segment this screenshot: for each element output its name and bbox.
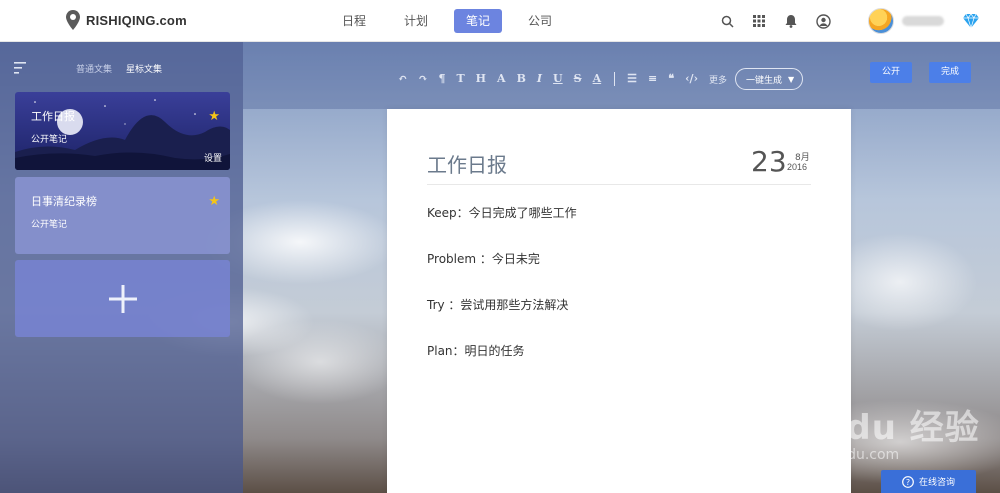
redo-icon[interactable]: ↷ <box>418 72 427 86</box>
watermark-sub-text: jingyan.baidu.com <box>770 447 900 463</box>
note-line-try[interactable]: Try ：尝试用那些方法解决 <box>427 296 568 313</box>
username-blurred[interactable] <box>902 16 944 26</box>
nav-tab-notes[interactable]: 笔记 <box>454 9 503 33</box>
note-title[interactable]: 工作日报 <box>427 149 507 178</box>
bullet-list-icon[interactable]: ≡ <box>648 72 657 86</box>
card-subtitle: 公开笔记 <box>31 135 68 145</box>
nav-tab-schedule[interactable]: 日程 <box>330 9 378 33</box>
toolbar-divider <box>614 72 616 86</box>
quote-icon[interactable]: ❝ <box>668 72 674 86</box>
avatar[interactable] <box>868 8 894 34</box>
menu-icon[interactable] <box>14 62 28 74</box>
star-icon[interactable]: ★ <box>208 108 220 124</box>
bell-icon[interactable] <box>782 12 800 30</box>
diamond-icon[interactable] <box>962 12 980 30</box>
sidebar-tab-starred[interactable]: 星标文集 <box>126 62 162 75</box>
nav-tab-plan[interactable]: 计划 <box>392 9 440 33</box>
card-title: 日事清纪录榜 <box>31 195 97 208</box>
note-line-problem[interactable]: Problem ：今日未完 <box>427 250 540 267</box>
notebook-sidebar: 普通文集 星标文集 工作日报 公开笔记 ★ 设置 日事清纪录榜 公开笔记 ★ <box>0 42 243 493</box>
strikethrough-icon[interactable]: S <box>574 72 582 86</box>
italic-icon[interactable]: I <box>537 72 542 86</box>
notebook-card-record[interactable]: 日事清纪录榜 公开笔记 ★ <box>15 177 230 254</box>
font-color-icon[interactable]: A <box>593 72 602 86</box>
heading-format-icon[interactable]: H <box>476 72 486 86</box>
online-consult-button[interactable]: ? 在线咨询 <box>881 470 976 493</box>
public-button[interactable]: 公开 <box>870 62 913 83</box>
svg-text:?: ? <box>906 478 910 487</box>
undo-icon[interactable]: ↶ <box>398 72 407 86</box>
consult-label: 在线咨询 <box>918 478 955 488</box>
star-icon[interactable]: ★ <box>208 193 220 209</box>
nav-tab-company[interactable]: 公司 <box>516 9 564 33</box>
paint-format-icon[interactable]: ¶ <box>438 72 445 86</box>
add-notebook-card[interactable] <box>15 260 230 337</box>
title-format-icon[interactable]: T <box>456 72 464 86</box>
font-size-icon[interactable]: A <box>497 72 506 86</box>
note-line-plan[interactable]: Plan：明日的任务 <box>427 342 525 359</box>
sidebar-header: 普通文集 星标文集 <box>14 60 234 76</box>
underline-icon[interactable]: U <box>553 72 563 86</box>
brand-name: RISHIQING.com <box>86 12 187 28</box>
bold-icon[interactable]: B <box>517 72 526 86</box>
done-button[interactable]: 完成 <box>929 62 972 83</box>
editor-toolbar: ↶ ↷ ¶ T H A B I U S A ☰ ≡ ❝ ‹/› 更多 一键生成 … <box>243 42 1000 109</box>
apps-grid-icon[interactable] <box>750 12 768 30</box>
toolbar-format-group: ↶ ↷ ¶ T H A B I U S A ☰ ≡ ❝ ‹/› 更多 一键生成 … <box>398 68 804 90</box>
main-nav-tabs: 日程 计划 笔记 公司 <box>330 9 578 33</box>
baidu-jingyan-watermark: Bai du 经验 jingyan.baidu.com <box>770 400 980 463</box>
card-subtitle: 公开笔记 <box>31 220 68 230</box>
card-cover-art <box>15 99 230 170</box>
note-divider <box>427 184 811 185</box>
card-title: 工作日报 <box>31 110 75 123</box>
sidebar-tab-normal[interactable]: 普通文集 <box>76 62 112 75</box>
code-icon[interactable]: ‹/› <box>685 72 698 86</box>
watermark-main-text: Bai du 经验 <box>770 408 980 448</box>
note-date-day: 23 <box>751 145 787 178</box>
card-settings-link[interactable]: 设置 <box>204 151 222 164</box>
help-circle-icon: ? <box>902 475 914 488</box>
chevron-down-icon: ▼ <box>788 74 795 84</box>
more-tools-link[interactable]: 更多 <box>709 73 727 86</box>
one-click-generate-dropdown[interactable]: 一键生成 ▼ <box>735 68 804 90</box>
top-navbar: RISHIQING.com 日程 计划 笔记 公司 <box>0 0 1000 42</box>
ordered-list-icon[interactable]: ☰ <box>627 72 637 86</box>
notebook-card-work-daily[interactable]: 工作日报 公开笔记 ★ 设置 <box>15 92 230 170</box>
note-date-year: 2016 <box>787 162 808 172</box>
note-line-keep[interactable]: Keep：今日完成了哪些工作 <box>427 204 577 221</box>
search-icon[interactable] <box>718 12 736 30</box>
location-pin-icon <box>66 10 80 30</box>
dropdown-label: 一键生成 <box>746 75 783 86</box>
brand-logo[interactable]: RISHIQING.com <box>66 10 187 30</box>
user-circle-icon[interactable] <box>814 12 832 30</box>
nav-right-tools <box>704 0 980 42</box>
plus-icon <box>108 284 137 313</box>
